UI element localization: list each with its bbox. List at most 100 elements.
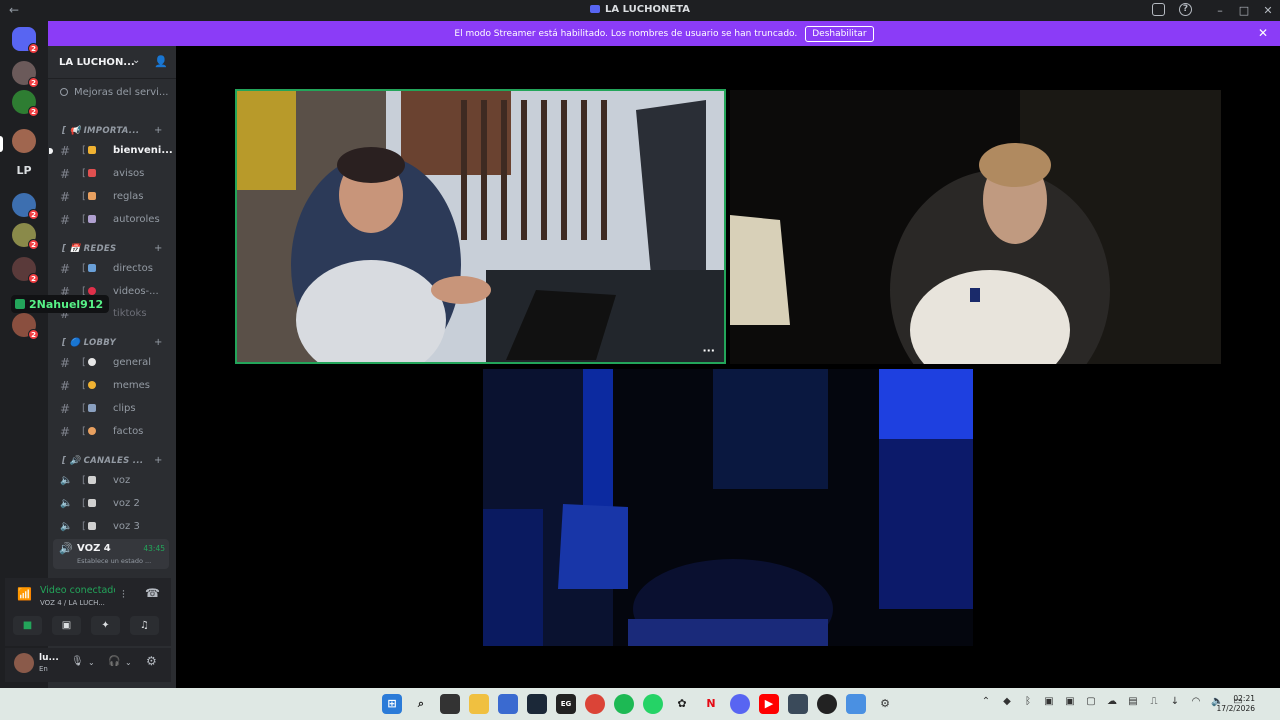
server-lp[interactable]: LP [12,164,36,177]
task-view-icon[interactable] [440,694,460,714]
disable-streamer-button[interactable]: Deshabilitar [805,25,874,42]
gear-icon[interactable]: ⚙ [146,654,157,668]
soundboard-button[interactable]: ♫ [130,616,159,635]
banner-close-icon[interactable]: ✕ [1258,26,1268,40]
channel-general[interactable]: # [ general [54,353,170,373]
add-channel-icon[interactable]: + [154,243,162,254]
unread-indicator [49,148,53,154]
server-icon-1[interactable]: 2 [12,61,39,88]
tray-chevron-icon[interactable]: ⌃ [980,696,992,710]
chatgpt-icon[interactable]: ✿ [672,694,692,714]
voice-channel-voz-2[interactable]: 🔈 [ voz 2 [54,494,170,514]
tray-app-icon[interactable]: ◆ [1001,696,1013,710]
discord-icon[interactable] [730,694,750,714]
spotify-icon[interactable] [614,694,634,714]
voice-channel-voz-4-active[interactable]: 🔊 VOZ 4 43:45 Establece un estado ... [53,539,169,569]
steam-icon[interactable] [527,694,547,714]
channel-factos[interactable]: # [ factos [54,422,170,442]
wifi-icon[interactable]: ◠ [1190,696,1202,710]
settings-icon[interactable]: ⚙ [875,694,895,714]
chevron-down-icon[interactable]: ⌄ [88,658,95,667]
divider [48,78,176,79]
bluetooth-icon[interactable]: ᛒ [1022,696,1034,710]
tray-app-icon[interactable]: ▣ [1043,696,1055,710]
category-canales[interactable]: [ 🔊 CANALES ... [62,456,143,466]
voice-channel-voz[interactable]: 🔈 [ voz [54,471,170,491]
channel-autoroles[interactable]: # [ autoroles [54,210,170,230]
search-icon[interactable]: ⌕ [411,694,431,714]
usb-icon[interactable]: ⎍ [1148,696,1160,710]
screen-share-button[interactable]: ▣ [52,616,81,635]
chevron-down-icon[interactable]: ⌄ [125,658,132,667]
clock[interactable]: 02:21 17/2/2026 [1217,694,1255,714]
robot-emoji-icon [87,215,96,223]
voice-channel-voz-3[interactable]: 🔈 [ voz 3 [54,517,170,537]
discord-home-icon[interactable]: 2 [12,27,39,54]
epic-games-icon[interactable]: EG [556,694,576,714]
activities-button[interactable]: ✦ [91,616,120,635]
download-icon[interactable]: ↓ [1169,696,1181,710]
maximize-button[interactable]: □ [1232,0,1256,21]
signal-icon[interactable]: 📶 [17,587,32,601]
channel-memes[interactable]: # [ memes [54,376,170,396]
help-icon[interactable]: ? [1179,3,1192,16]
microphone-icon[interactable]: 🎙 [71,656,84,667]
minimize-button[interactable]: – [1208,0,1232,21]
hash-icon: # [60,144,71,158]
tray-app-icon[interactable]: ▢ [1085,696,1097,710]
red-circle-emoji-icon [87,287,96,295]
more-options-icon[interactable]: ··· [702,344,715,357]
server-icon-2[interactable]: 2 [12,90,39,117]
onedrive-icon[interactable]: ☁ [1106,696,1118,710]
add-channel-icon[interactable]: + [154,337,162,348]
video-tile-2[interactable] [730,90,1221,364]
category-importante[interactable]: [ 📢 IMPORTA... [62,126,139,136]
camera-button[interactable]: ■ [13,616,42,635]
whatsapp-icon[interactable] [643,694,663,714]
video-tile-speaking[interactable]: ··· [235,89,726,364]
inbox-icon[interactable] [1152,3,1165,16]
server-icon-7[interactable]: 2 [12,313,39,340]
media-app-icon[interactable] [788,694,808,714]
chrome-icon[interactable] [585,694,605,714]
video-tile-3[interactable] [483,369,973,646]
server-icon-6[interactable]: 2 [12,257,39,284]
netflix-icon[interactable]: N [701,694,721,714]
tray-app-icon[interactable]: ▤ [1127,696,1139,710]
close-window-button[interactable]: ✕ [1256,0,1280,21]
invite-user-icon[interactable]: 👤 [154,55,168,68]
add-channel-icon[interactable]: + [154,455,162,466]
file-explorer-icon[interactable] [469,694,489,714]
noise-suppression-icon[interactable]: ⫶ [122,588,125,602]
server-icon-4[interactable]: 2 [12,193,39,220]
headphones-icon[interactable]: 🎧 [108,656,120,667]
server-icon-3[interactable] [12,129,36,153]
disconnect-icon[interactable]: ☎ [145,586,160,600]
voice-status-subtitle[interactable]: VOZ 4 / LA LUCH... [40,599,105,607]
avatar[interactable] [14,653,34,673]
windows-taskbar: ⊞ ⌕ EG ✿ N ▶ ⚙ ⌃ ◆ ᛒ ▣ ▣ ▢ ☁ ▤ ⎍ ↓ ◠ 🔈 ▭… [0,688,1280,720]
username[interactable]: lu... [39,653,59,663]
tray-app-icon[interactable]: ▣ [1064,696,1076,710]
server-name[interactable]: LA LUCHON... [59,57,135,68]
hash-icon: # [60,425,71,439]
channel-clips[interactable]: # [ clips [54,399,170,419]
notepad-icon[interactable] [846,694,866,714]
film-emoji-icon [87,404,96,412]
channel-bienvenida[interactable]: # [ bienveni... [49,141,173,161]
obs-icon[interactable] [817,694,837,714]
speaker-icon: 🔈 [60,475,73,486]
category-lobby[interactable]: [ 🔵 LOBBY [62,338,116,348]
channel-reglas[interactable]: # [ reglas [54,187,170,207]
category-redes[interactable]: [ 📅 REDES [62,244,116,254]
server-boosts[interactable]: Mejoras del servi... [60,87,168,98]
add-channel-icon[interactable]: + [154,125,162,136]
server-icon-5[interactable]: 2 [12,223,39,250]
windows-start-icon[interactable]: ⊞ [382,694,402,714]
channel-avisos[interactable]: # [ avisos [54,164,170,184]
chevron-down-icon[interactable]: ⌄ [132,55,140,66]
store-icon[interactable] [498,694,518,714]
channel-directos[interactable]: # [ directos [54,259,170,279]
youtube-icon[interactable]: ▶ [759,694,779,714]
set-status-prompt[interactable]: Establece un estado ... [77,557,151,565]
